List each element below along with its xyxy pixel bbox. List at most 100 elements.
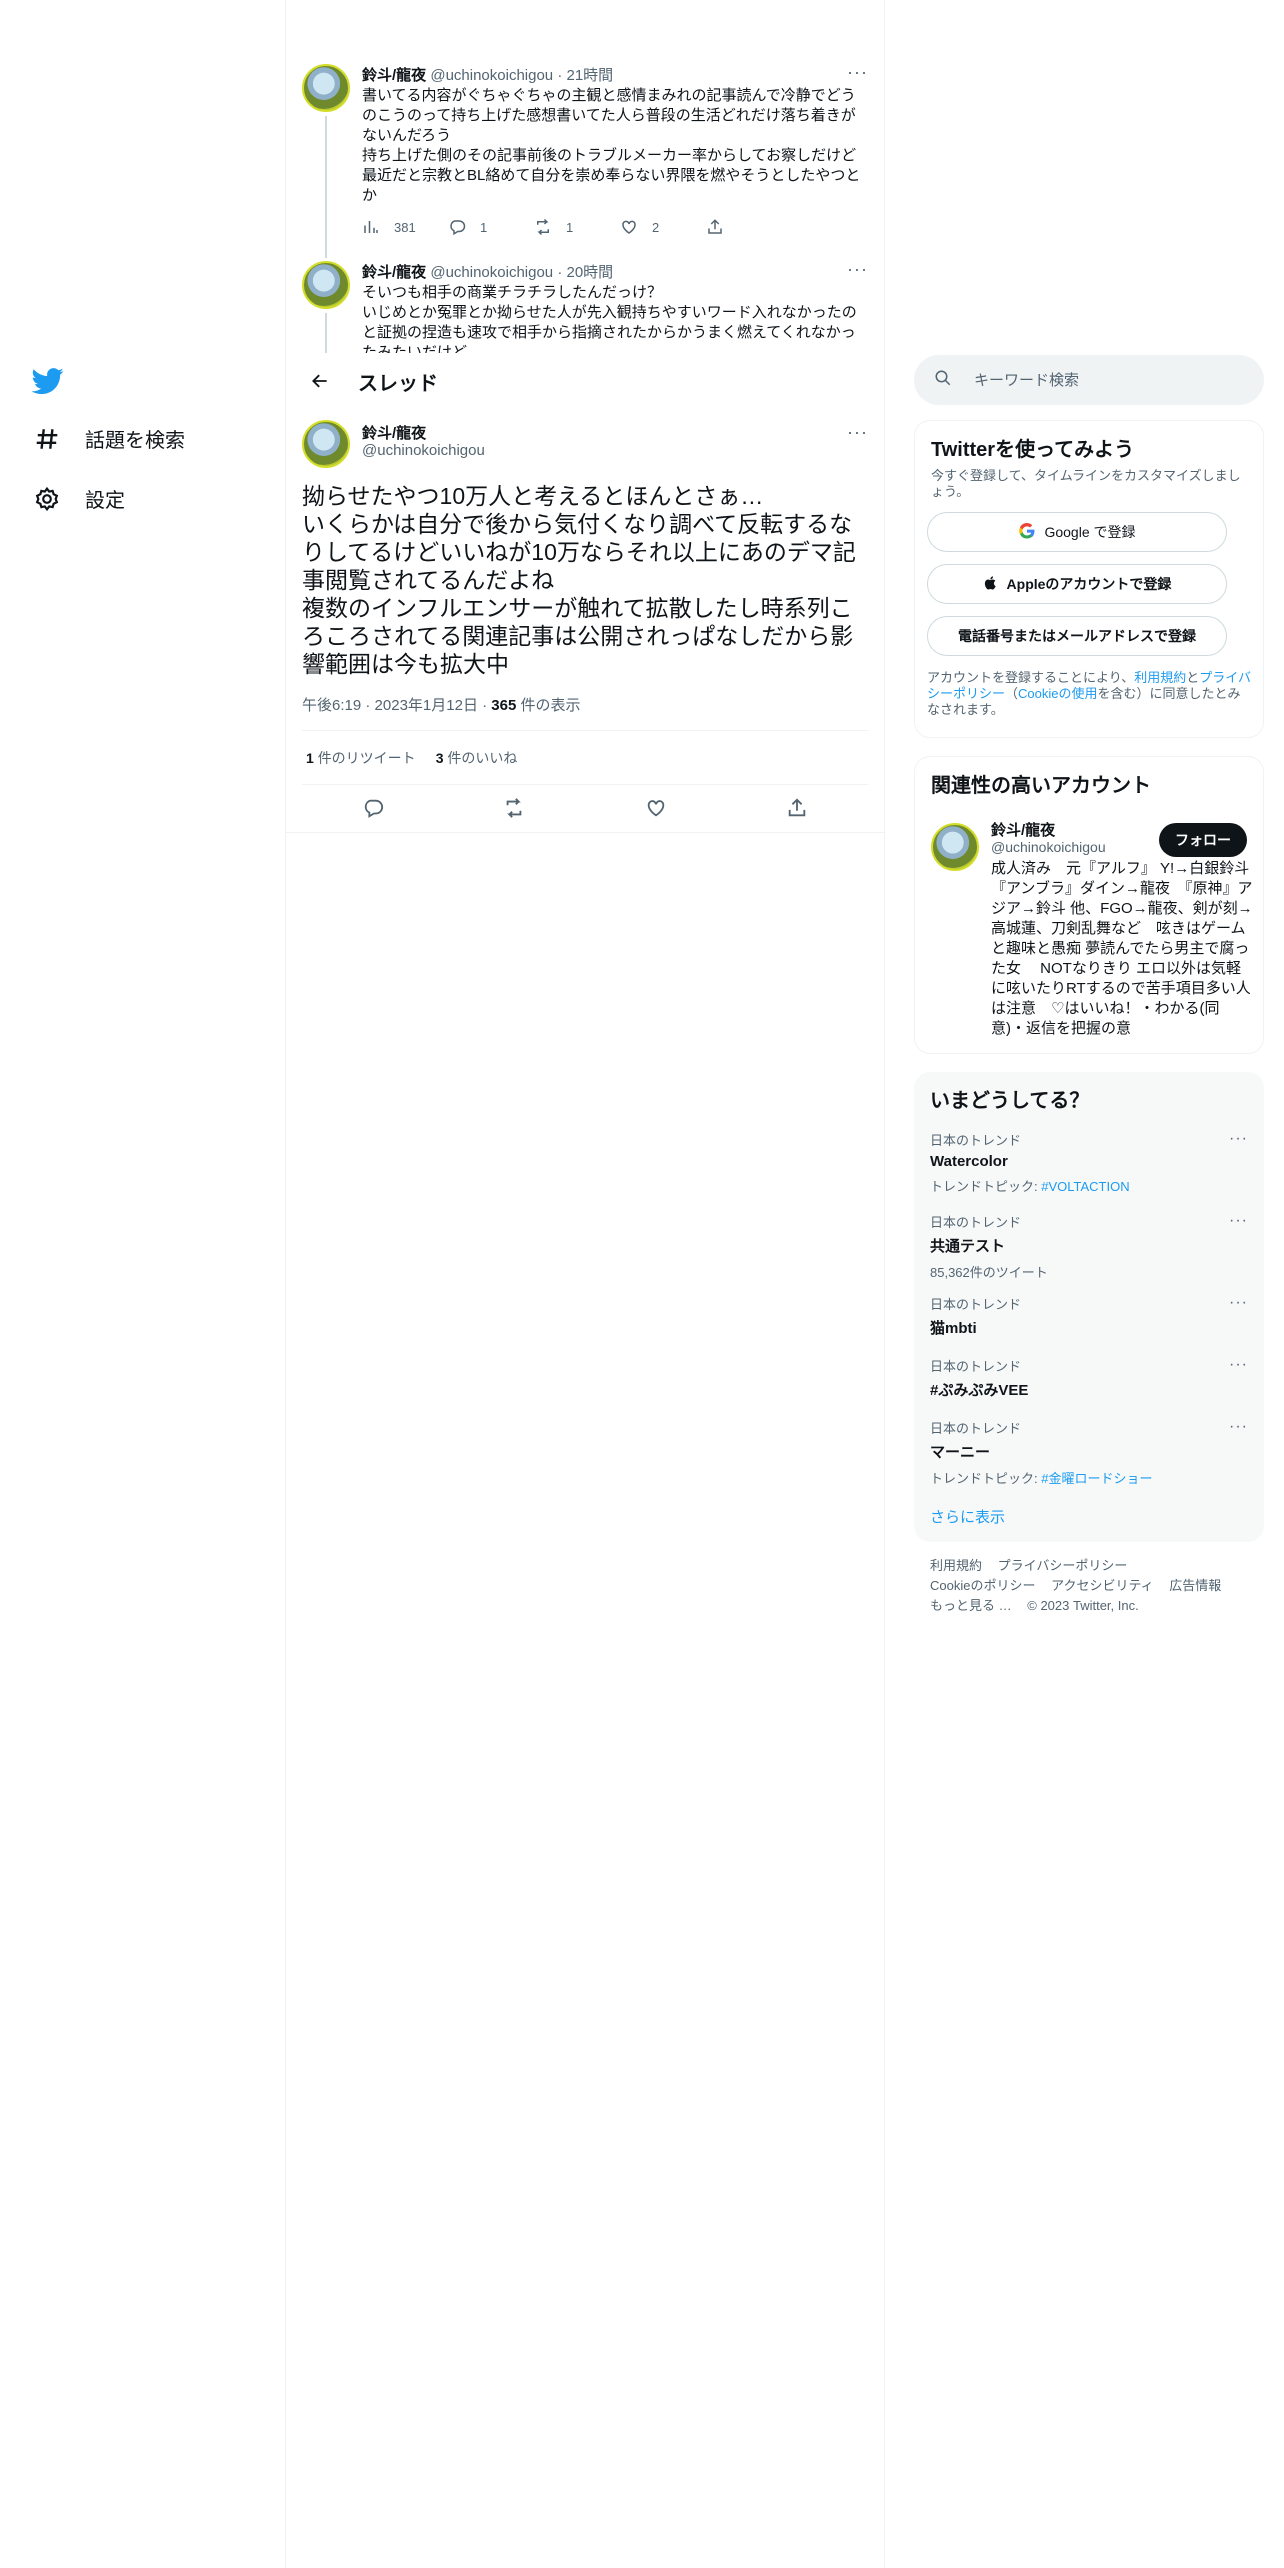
signup-subtitle: 今すぐ登録して、タイムラインをカスタマイズしましょう。 <box>931 468 1241 499</box>
trend-name: マーニー <box>930 1444 991 1461</box>
user-handle[interactable]: @uchinokoichigou <box>362 442 485 459</box>
user-handle[interactable]: @uchinokoichigou <box>991 839 1106 855</box>
footer-accessibility[interactable]: アクセシビリティ <box>1051 1578 1154 1593</box>
user-handle[interactable]: @uchinokoichigou <box>430 264 553 281</box>
avatar[interactable] <box>302 261 350 309</box>
tweet-header: 鈴斗/龍夜 @uchinokoichigou · 20時間 <box>362 264 614 281</box>
retweet-stat[interactable]: 1 件のリツイート <box>306 748 416 768</box>
share-icon[interactable] <box>779 790 815 826</box>
tweet-stats: 1 件のリツイート 3 件のいいね <box>306 748 517 768</box>
more-icon[interactable]: ··· <box>847 63 868 81</box>
back-arrow-icon[interactable] <box>302 363 338 399</box>
avatar[interactable] <box>302 420 350 468</box>
reply-icon[interactable] <box>355 790 391 826</box>
avatar[interactable] <box>931 823 979 871</box>
tweet-date[interactable]: 2023年1月12日 <box>375 697 478 714</box>
tweet-count: 85,362件のツイート <box>930 1265 1048 1280</box>
more-icon[interactable]: ··· <box>1229 1294 1248 1312</box>
user-handle[interactable]: @uchinokoichigou <box>430 67 553 84</box>
trend-item[interactable]: 日本のトレンド 共通テスト 85,362件のツイート ··· <box>930 1212 1248 1281</box>
trend-name: #ぷみぷみVEE <box>930 1382 1029 1399</box>
user-bio: 成人済み 元『アルフ』 Y!→白銀鈴斗 『アンブラ』ダイン→龍夜 『原神』アジア… <box>991 860 1253 1037</box>
thread-line <box>325 313 327 353</box>
gear-icon <box>34 486 60 512</box>
tweet-time[interactable]: 20時間 <box>567 264 614 281</box>
copyright: © 2023 Twitter, Inc. <box>1027 1598 1139 1613</box>
avatar[interactable] <box>302 64 350 112</box>
more-icon[interactable]: ··· <box>847 261 868 278</box>
trend-name: 猫mbti <box>930 1320 977 1337</box>
reply-button[interactable]: 1 <box>448 218 534 236</box>
trends-card: いまどうしてる？ 日本のトレンド Watercolor トレンドトピック: #V… <box>914 1072 1264 1542</box>
tweet[interactable]: 鈴斗/龍夜 @uchinokoichigou · 20時間 ··· そいつも相手… <box>302 261 868 353</box>
more-icon[interactable]: ··· <box>1229 1356 1248 1374</box>
more-icon[interactable]: ··· <box>1229 1418 1248 1436</box>
nav-explore-label: 話題を検索 <box>85 430 185 452</box>
apple-signup-label: Appleのアカウントで登録 <box>1006 576 1172 592</box>
views-button[interactable]: 381 <box>362 218 448 236</box>
google-signup-button[interactable]: Google で登録 <box>927 512 1227 552</box>
trend-hashtag[interactable]: #金曜ロードショー <box>1041 1471 1152 1486</box>
like-count: 2 <box>652 219 660 235</box>
thread-header: スレッド <box>286 353 884 409</box>
more-icon[interactable]: ··· <box>1229 1130 1248 1148</box>
signup-title: Twitterを使ってみよう <box>931 439 1135 461</box>
share-icon <box>708 219 722 234</box>
trend-item[interactable]: 日本のトレンド #ぷみぷみVEE ··· <box>930 1356 1248 1400</box>
more-icon[interactable]: ··· <box>847 423 868 441</box>
user-name[interactable]: 鈴斗/龍夜 <box>991 819 1055 840</box>
tweet-text: そいつも相手の商業チラチラしたんだっけ？ いじめとか冤罪とか拗らせた人が先入観持… <box>362 284 857 353</box>
heart-icon <box>622 220 636 234</box>
retweet-icon <box>537 218 549 236</box>
show-more-link[interactable]: さらに表示 <box>930 1506 1005 1527</box>
footer-terms[interactable]: 利用規約 <box>930 1558 982 1573</box>
tweet[interactable]: 鈴斗/龍夜 @uchinokoichigou · 21時間 ··· 書いてる内容… <box>302 63 868 258</box>
apple-signup-button[interactable]: Appleのアカウントで登録 <box>927 564 1227 604</box>
terms-link[interactable]: 利用規約 <box>1134 670 1186 685</box>
trend-name: 共通テスト <box>930 1238 1006 1255</box>
trend-hashtag[interactable]: #VOLTACTION <box>1041 1179 1129 1194</box>
user-name[interactable]: 鈴斗/龍夜 <box>362 264 426 281</box>
footer-privacy[interactable]: プライバシーポリシー <box>998 1558 1128 1573</box>
signup-card: Twitterを使ってみよう 今すぐ登録して、タイムラインをカスタマイズしましょ… <box>914 420 1264 738</box>
reply-count: 1 <box>480 219 488 235</box>
tweet-time[interactable]: 午後6:19 <box>302 697 361 714</box>
retweet-button[interactable]: 1 <box>534 218 620 236</box>
share-button[interactable] <box>706 218 792 236</box>
cookie-link[interactable]: Cookieの使用 <box>1018 686 1097 701</box>
divider <box>302 784 868 785</box>
page-title: スレッド <box>358 372 438 395</box>
footer-ads[interactable]: 広告情報 <box>1169 1578 1221 1593</box>
search-input[interactable] <box>974 371 1234 389</box>
tweet-actions <box>302 790 868 826</box>
divider <box>286 832 884 833</box>
phone-email-signup-button[interactable]: 電話番号またはメールアドレスで登録 <box>927 616 1227 656</box>
trend-item[interactable]: 日本のトレンド 猫mbti ··· <box>930 1294 1248 1338</box>
analytics-icon <box>364 221 378 233</box>
relevant-accounts-card: 関連性の高いアカウント 鈴斗/龍夜 @uchinokoichigou フォロー … <box>914 756 1264 1054</box>
footer-more[interactable]: もっと見る … <box>930 1598 1012 1613</box>
tweet-text: 拗らせたやつ10万人と考えるとほんとさぁ… いくらかは自分で後から気付くなり調べ… <box>302 483 856 677</box>
nav-explore[interactable]: 話題を検索 <box>34 424 185 453</box>
relevant-title: 関連性の高いアカウント <box>931 775 1151 797</box>
footer-cookie[interactable]: Cookieのポリシー <box>930 1578 1035 1593</box>
tweet-time[interactable]: 21時間 <box>567 67 614 84</box>
nav-settings[interactable]: 設定 <box>34 484 125 513</box>
heart-icon[interactable] <box>638 790 674 826</box>
tweet-header: 鈴斗/龍夜 @uchinokoichigou · 21時間 <box>362 67 614 84</box>
google-signup-label: Google で登録 <box>1044 524 1136 540</box>
phone-signup-label: 電話番号またはメールアドレスで登録 <box>958 628 1196 644</box>
retweet-icon[interactable] <box>496 790 532 826</box>
user-name[interactable]: 鈴斗/龍夜 <box>362 422 426 443</box>
twitter-logo-icon[interactable] <box>31 365 64 397</box>
search-box[interactable] <box>914 355 1264 405</box>
like-button[interactable]: 2 <box>620 218 706 236</box>
user-name[interactable]: 鈴斗/龍夜 <box>362 67 426 84</box>
like-stat[interactable]: 3 件のいいね <box>436 748 518 768</box>
follow-button[interactable]: フォロー <box>1159 823 1247 857</box>
trend-item[interactable]: 日本のトレンド マーニー トレンドトピック: #金曜ロードショー ··· <box>930 1418 1248 1487</box>
retweet-count: 1 <box>566 219 574 235</box>
trend-item[interactable]: 日本のトレンド Watercolor トレンドトピック: #VOLTACTION… <box>930 1130 1248 1195</box>
more-icon[interactable]: ··· <box>1229 1212 1248 1230</box>
thread-line <box>325 116 327 258</box>
